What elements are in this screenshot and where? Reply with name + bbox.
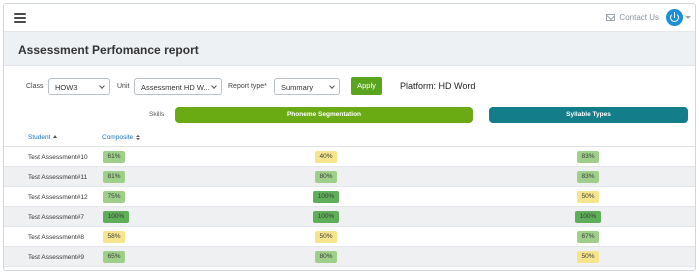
- class-label: Class: [26, 83, 44, 90]
- mail-icon: [606, 14, 616, 21]
- student-header-label: Student: [28, 134, 51, 141]
- composite-column-header[interactable]: Composite: [102, 134, 141, 141]
- student-name: Test Assessment#7: [28, 214, 84, 221]
- skills-label: Skills: [149, 111, 165, 118]
- user-menu-caret-icon[interactable]: [685, 16, 691, 19]
- syllable-score-pill: 83%: [577, 151, 599, 163]
- composite-score-pill: 61%: [103, 151, 125, 163]
- composite-score-pill: 100%: [103, 211, 129, 223]
- sort-icon: [136, 135, 141, 141]
- skills-row: Skills Phoneme Segmentation Syllable Typ…: [4, 105, 695, 125]
- table-row: Test Assessment#9 65% 80% 50%: [4, 247, 695, 267]
- class-select-value: HOW3: [55, 83, 78, 92]
- syllable-score-pill: 50%: [577, 191, 599, 203]
- chevron-down-icon: [211, 83, 217, 89]
- unit-select-value: Assessment HD W...: [141, 83, 210, 92]
- sort-ascending-icon: [53, 135, 58, 138]
- filters-bar: Class HOW3 Unit Assessment HD W... Repor…: [4, 74, 695, 100]
- power-icon[interactable]: [666, 9, 683, 26]
- unit-label: Unit: [117, 83, 130, 90]
- table-row: Test Assessment#8 58% 50% 67%: [4, 227, 695, 247]
- chevron-down-icon: [99, 83, 105, 89]
- skill-button-syllable-types[interactable]: Syllable Types: [489, 107, 688, 123]
- phoneme-score-pill: 80%: [315, 171, 337, 183]
- student-name: Test Assessment#12: [28, 194, 88, 201]
- composite-score-pill: 81%: [103, 171, 125, 183]
- syllable-score-pill: 100%: [575, 211, 601, 223]
- unit-select[interactable]: Assessment HD W...: [134, 78, 222, 95]
- phoneme-score-pill: 80%: [315, 251, 337, 263]
- table-row: Test Assessment#10 61% 40% 83%: [4, 147, 695, 167]
- composite-header-label: Composite: [102, 134, 134, 141]
- phoneme-score-pill: 100%: [313, 211, 339, 223]
- syllable-score-pill: 83%: [577, 171, 599, 183]
- phoneme-score-pill: 100%: [313, 191, 339, 203]
- table-row: Test Assessment#11 81% 80% 83%: [4, 167, 695, 187]
- app-window: Contact Us Assessment Perfomance report …: [3, 3, 696, 271]
- report-type-label: Report type*: [228, 83, 267, 90]
- composite-score-pill: 65%: [103, 251, 125, 263]
- page-header: Assessment Perfomance report: [4, 32, 695, 66]
- phoneme-score-pill: 50%: [315, 231, 337, 243]
- report-type-select[interactable]: Summary: [274, 78, 340, 95]
- results-table: Student Composite Test Assessment#10 61% 4…: [4, 128, 695, 267]
- hamburger-menu-icon[interactable]: [14, 13, 26, 23]
- student-name: Test Assessment#9: [28, 254, 84, 261]
- table-header: Student Composite: [4, 128, 695, 147]
- student-name: Test Assessment#8: [28, 234, 84, 241]
- class-select[interactable]: HOW3: [48, 78, 110, 95]
- contact-us-label: Contact Us: [619, 13, 659, 22]
- student-name: Test Assessment#10: [28, 154, 88, 161]
- table-body: Test Assessment#10 61% 40% 83% Test Assessme…: [4, 147, 695, 267]
- apply-button[interactable]: Apply: [351, 77, 382, 95]
- composite-score-pill: 75%: [103, 191, 125, 203]
- phoneme-score-pill: 40%: [315, 151, 337, 163]
- table-row: Test Assessment#7 100% 100% 100%: [4, 207, 695, 227]
- page-title: Assessment Perfomance report: [18, 43, 199, 57]
- composite-score-pill: 58%: [103, 231, 125, 243]
- student-name: Test Assessment#11: [28, 174, 88, 181]
- report-type-select-value: Summary: [281, 83, 314, 92]
- top-bar: Contact Us: [4, 4, 695, 32]
- platform-label: Platform: HD Word: [400, 81, 476, 91]
- contact-us-link[interactable]: Contact Us: [606, 13, 659, 22]
- skill-button-phoneme-segmentation[interactable]: Phoneme Segmentation: [175, 107, 473, 123]
- student-column-header[interactable]: Student: [28, 134, 58, 141]
- syllable-score-pill: 50%: [577, 251, 599, 263]
- table-row: Test Assessment#12 75% 100% 50%: [4, 187, 695, 207]
- syllable-score-pill: 67%: [577, 231, 599, 243]
- chevron-down-icon: [329, 83, 335, 89]
